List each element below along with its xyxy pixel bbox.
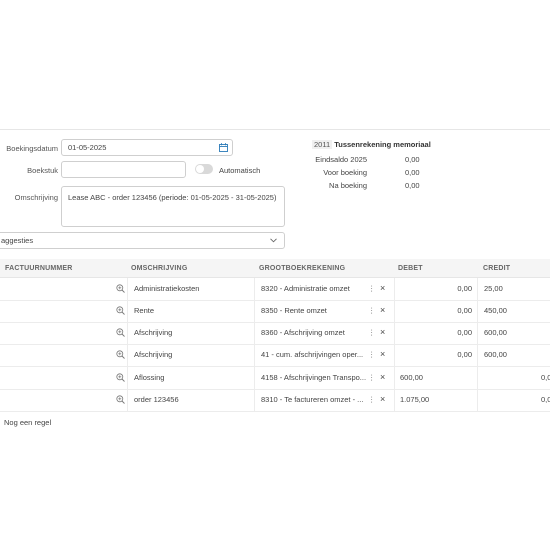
row-debet[interactable]: 0,00	[400, 350, 472, 359]
automatisch-label: Automatisch	[219, 166, 261, 175]
calendar-icon[interactable]	[219, 143, 228, 152]
row-grootboek[interactable]: 41 - cum. afschrijvingen oper...	[261, 350, 363, 359]
row-grootboek[interactable]: 8320 - Administratie omzet	[261, 284, 350, 293]
voor-boeking-value: 0,00	[405, 168, 420, 177]
zoom-in-icon[interactable]	[116, 395, 125, 404]
row-credit[interactable]: 600,00	[484, 328, 507, 337]
row-omschrijving[interactable]: Administratiekosten	[134, 284, 199, 293]
row-credit[interactable]: 450,00	[484, 306, 507, 315]
boekingsdatum-value: 01-05-2025	[68, 143, 107, 152]
more-vertical-icon[interactable]: ⋮	[368, 350, 376, 359]
zoom-in-icon[interactable]	[116, 306, 125, 315]
header-omschrijving[interactable]: OMSCHRIJVING	[131, 265, 187, 272]
close-icon[interactable]: ×	[380, 283, 385, 293]
row-debet[interactable]: 600,00	[400, 373, 423, 382]
row-grootboek[interactable]: 4158 - Afschrijvingen Transpo...	[261, 373, 366, 382]
row-grootboek[interactable]: 8360 - Afschrijving omzet	[261, 328, 345, 337]
close-icon[interactable]: ×	[380, 372, 385, 382]
summary-code: 2011	[312, 140, 333, 149]
summary-title-text: Tussenrekening memoriaal	[334, 140, 431, 149]
close-icon[interactable]: ×	[380, 305, 385, 315]
table-row[interactable]: Afschrijving 41 - cum. afschrijvingen op…	[0, 344, 550, 367]
more-vertical-icon[interactable]: ⋮	[368, 373, 376, 382]
row-grootboek[interactable]: 8350 - Rente omzet	[261, 306, 327, 315]
eindsaldo-value: 0,00	[405, 155, 420, 164]
row-extra: 0,0	[541, 395, 550, 404]
eindsaldo-label: Eindsaldo 2025	[315, 155, 367, 164]
row-grootboek[interactable]: 8310 - Te factureren omzet - ...	[261, 395, 363, 404]
suggesties-dropdown[interactable]: aggesties	[0, 232, 285, 249]
header-debet[interactable]: DEBET	[398, 265, 423, 272]
row-omschrijving[interactable]: Afschrijving	[134, 350, 172, 359]
row-credit[interactable]: 25,00	[484, 284, 503, 293]
table-row[interactable]: order 123456 8310 - Te factureren omzet …	[0, 389, 550, 412]
boekstuk-label: Boekstuk	[27, 166, 58, 175]
more-vertical-icon[interactable]: ⋮	[368, 328, 376, 337]
header-credit[interactable]: CREDIT	[483, 265, 510, 272]
row-debet[interactable]: 0,00	[400, 328, 472, 337]
row-debet[interactable]: 0,00	[400, 284, 472, 293]
table-row[interactable]: Afschrijving 8360 - Afschrijving omzet ⋮…	[0, 322, 550, 345]
more-vertical-icon[interactable]: ⋮	[368, 306, 376, 315]
summary-title: 2011 Tussenrekening memoriaal	[312, 140, 431, 149]
zoom-in-icon[interactable]	[116, 328, 125, 337]
zoom-in-icon[interactable]	[116, 350, 125, 359]
chevron-down-icon	[270, 238, 277, 243]
table-row[interactable]: Administratiekosten 8320 - Administratie…	[0, 278, 550, 301]
na-boeking-label: Na boeking	[329, 181, 367, 190]
close-icon[interactable]: ×	[380, 327, 385, 337]
boekingsdatum-field[interactable]: 01-05-2025	[61, 139, 233, 156]
omschrijving-value: Lease ABC - order 123456 (periode: 01-05…	[68, 193, 277, 202]
add-row-link[interactable]: Nog een regel	[4, 418, 51, 427]
automatisch-toggle[interactable]	[195, 164, 213, 174]
header-grootboekrekening[interactable]: GROOTBOEKREKENING	[259, 265, 345, 272]
boekstuk-input[interactable]	[61, 161, 186, 178]
row-debet[interactable]: 1.075,00	[400, 395, 429, 404]
row-omschrijving[interactable]: Afschrijving	[134, 328, 172, 337]
row-extra: 0,0	[541, 373, 550, 382]
voor-boeking-label: Voor boeking	[323, 168, 367, 177]
table-row[interactable]: Rente 8350 - Rente omzet ⋮ × 0,00 450,00	[0, 300, 550, 323]
row-debet[interactable]: 0,00	[400, 306, 472, 315]
close-icon[interactable]: ×	[380, 349, 385, 359]
table-row[interactable]: Aflossing 4158 - Afschrijvingen Transpo.…	[0, 367, 550, 390]
omschrijving-label: Omschrijving	[14, 193, 58, 202]
top-divider	[0, 129, 550, 130]
header-factuurnummer[interactable]: FACTUURNUMMER	[5, 265, 73, 272]
row-omschrijving[interactable]: Aflossing	[134, 373, 164, 382]
more-vertical-icon[interactable]: ⋮	[368, 395, 376, 404]
suggesties-label: aggesties	[1, 236, 34, 245]
omschrijving-textarea[interactable]: Lease ABC - order 123456 (periode: 01-05…	[61, 186, 285, 227]
row-omschrijving[interactable]: Rente	[134, 306, 154, 315]
boekingsdatum-label: Boekingsdatum	[6, 144, 58, 153]
more-vertical-icon[interactable]: ⋮	[368, 284, 376, 293]
table-header: FACTUURNUMMER OMSCHRIJVING GROOTBOEKREKE…	[0, 259, 550, 278]
zoom-in-icon[interactable]	[116, 373, 125, 382]
row-omschrijving[interactable]: order 123456	[134, 395, 179, 404]
close-icon[interactable]: ×	[380, 394, 385, 404]
zoom-in-icon[interactable]	[116, 284, 125, 293]
na-boeking-value: 0,00	[405, 181, 420, 190]
row-credit[interactable]: 600,00	[484, 350, 507, 359]
